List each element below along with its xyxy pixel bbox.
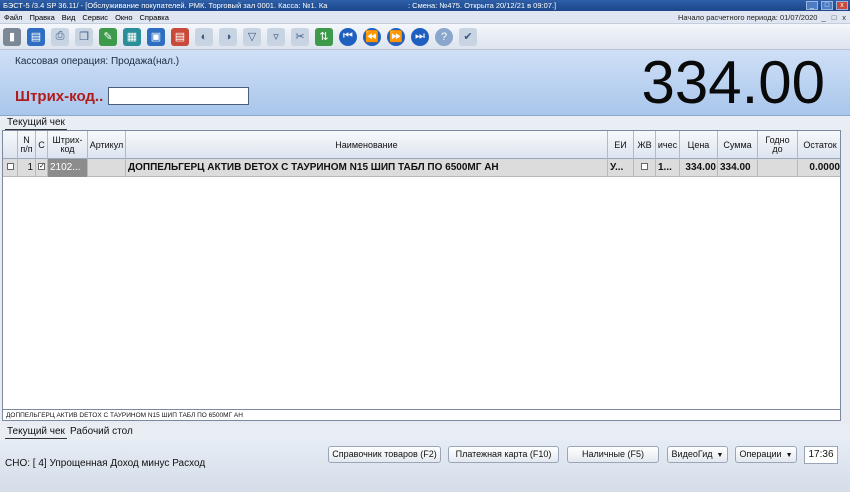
report-icon[interactable]: ▤ xyxy=(171,27,189,46)
operation-header: Кассовая операция: Продажа(нал.) Штрих-к… xyxy=(0,50,850,116)
mdi-close[interactable]: x xyxy=(842,11,846,24)
help-icon[interactable]: ? xyxy=(435,27,453,46)
close-button[interactable]: x xyxy=(836,1,848,10)
calculator-icon[interactable]: ▦ xyxy=(123,27,141,46)
document-check-icon[interactable]: ✔ xyxy=(459,27,477,46)
col-price[interactable]: Цена xyxy=(680,131,718,159)
edit-icon[interactable]: ✎ xyxy=(99,27,117,46)
operations-button[interactable]: Операции ▼ xyxy=(735,446,797,463)
window-buttons: _ □ x xyxy=(806,1,848,10)
window-titlebar: БЭСТ-5 /3.4 SP 36.11/ - [Обслуживание по… xyxy=(0,0,850,11)
tab-current-receipt[interactable]: Текущий чек xyxy=(5,116,67,130)
row-name: ДОППЕЛЬГЕРЦ АКТИВ DETOX С ТАУРИНОМ N15 Ш… xyxy=(126,159,608,177)
row-zhv-checkbox[interactable] xyxy=(634,159,656,177)
video-guide-label: ВидеоГид xyxy=(671,449,713,459)
next-record-icon[interactable]: ⏩ xyxy=(387,27,405,46)
customer-icon[interactable]: ◐ xyxy=(195,27,213,46)
barcode-input[interactable] xyxy=(108,87,249,105)
mdi-restore[interactable]: □ xyxy=(832,11,837,24)
sort-icon[interactable]: ⇅ xyxy=(315,27,333,46)
toolbar: ▮ ▤ ⎙ ❐ ✎ ▦ ▣ ▤ ◐ ◑ ▽ ▿ ✂ ⇅ ⏮ ⏪ ⏩ ⏭ ? ✔ xyxy=(0,24,850,50)
mdi-minimize[interactable]: _ xyxy=(822,11,826,24)
menu-window[interactable]: Окно xyxy=(115,11,132,24)
menu-bar: Файл Правка Вид Сервис Окно Справка Нача… xyxy=(0,11,850,24)
menu-view[interactable]: Вид xyxy=(62,11,76,24)
tab-current-receipt-bottom[interactable]: Текущий чек xyxy=(5,426,67,439)
previous-record-icon[interactable]: ⏪ xyxy=(363,27,381,46)
window-title: БЭСТ-5 /3.4 SP 36.11/ - [Обслуживание по… xyxy=(3,1,328,10)
filter-icon[interactable]: ▽ xyxy=(243,27,261,46)
tax-system-label: СНО: [ 4] Упрощенная Доход минус Расход xyxy=(5,458,206,469)
col-s[interactable]: С xyxy=(36,131,48,159)
row-sum: 334.00 xyxy=(718,159,758,177)
row-quantity: 1... xyxy=(656,159,680,177)
cut-icon[interactable]: ✂ xyxy=(291,27,309,46)
receipt-tabs: Текущий чек xyxy=(0,116,850,130)
row-number: 1 xyxy=(18,159,36,177)
bottom-tabs: Текущий чек Рабочий стол xyxy=(0,425,850,440)
menu-file[interactable]: Файл xyxy=(4,11,22,24)
catalog-button[interactable]: Справочник товаров (F2) xyxy=(328,446,441,463)
row-article xyxy=(88,159,126,177)
item-description-line: ДОППЕЛЬГЕРЦ АКТИВ DETOX С ТАУРИНОМ N15 Ш… xyxy=(2,410,841,421)
col-quantity[interactable]: ичес xyxy=(656,131,680,159)
menu-help[interactable]: Справка xyxy=(140,11,169,24)
video-guide-button[interactable]: ВидеоГид ▼ xyxy=(667,446,728,463)
trash-icon[interactable]: ▮ xyxy=(3,27,21,46)
register-icon[interactable]: ▤ xyxy=(27,27,45,46)
col-expiry[interactable]: Годно до xyxy=(758,131,798,159)
col-number[interactable]: N п/п xyxy=(18,131,36,159)
receipt-grid: N п/п С Штрих-код Артикул Наименование Е… xyxy=(2,130,841,410)
cash-button[interactable]: Наличные (F5) xyxy=(567,446,659,463)
operations-label: Операции xyxy=(739,449,782,459)
menu-edit[interactable]: Правка xyxy=(29,11,54,24)
row-barcode: 2102... xyxy=(48,159,88,177)
maximize-button[interactable]: □ xyxy=(821,1,833,10)
row-s-checkbox[interactable]: ✓ xyxy=(36,159,48,177)
col-sum[interactable]: Сумма xyxy=(718,131,758,159)
tab-desktop[interactable]: Рабочий стол xyxy=(68,426,135,439)
mdi-controls: _ □ x xyxy=(822,11,846,24)
payment-card-button[interactable]: Платежная карта (F10) xyxy=(448,446,559,463)
total-amount: 334.00 xyxy=(641,49,825,116)
minimize-button[interactable]: _ xyxy=(806,1,818,10)
printer-icon[interactable]: ⎙ xyxy=(51,27,69,46)
chevron-down-icon: ▼ xyxy=(785,452,793,459)
row-expiry xyxy=(758,159,798,177)
col-barcode[interactable]: Штрих-код xyxy=(48,131,88,159)
row-price: 334.00 xyxy=(680,159,718,177)
bottom-panel: СНО: [ 4] Упрощенная Доход минус Расход … xyxy=(0,440,850,492)
save-icon[interactable]: ▣ xyxy=(147,27,165,46)
col-name[interactable]: Наименование xyxy=(126,131,608,159)
table-row[interactable]: 1 ✓ 2102... ДОППЕЛЬГЕРЦ АКТИВ DETOX С ТА… xyxy=(3,159,840,177)
menu-service[interactable]: Сервис xyxy=(82,11,108,24)
shift-info: : Смена: №475. Открыта 20/12/21 в 09:07.… xyxy=(408,1,557,10)
col-stock[interactable]: Остаток xyxy=(798,131,842,159)
barcode-label: Штрих-код.. xyxy=(15,88,104,105)
clock: 17:36 xyxy=(804,446,838,464)
first-record-icon[interactable]: ⏮ xyxy=(339,27,357,46)
chevron-down-icon: ▼ xyxy=(716,452,724,459)
col-checkbox xyxy=(3,131,18,159)
row-stock: 0.0000 xyxy=(809,162,840,173)
col-zhv[interactable]: ЖВ xyxy=(634,131,656,159)
filter-options-icon[interactable]: ▿ xyxy=(267,27,285,46)
group-icon[interactable]: ◑ xyxy=(219,27,237,46)
period-start-label: Начало расчетного периода: 01/07/2020 xyxy=(678,13,818,22)
last-record-icon[interactable]: ⏭ xyxy=(411,27,429,46)
row-select-checkbox[interactable] xyxy=(3,159,18,177)
col-article[interactable]: Артикул xyxy=(88,131,126,159)
operation-type-label: Кассовая операция: Продажа(нал.) xyxy=(15,56,180,67)
row-unit: У... xyxy=(608,159,634,177)
grid-header: N п/п С Штрих-код Артикул Наименование Е… xyxy=(3,131,840,159)
copy-icon[interactable]: ❐ xyxy=(75,27,93,46)
col-unit[interactable]: ЕИ xyxy=(608,131,634,159)
